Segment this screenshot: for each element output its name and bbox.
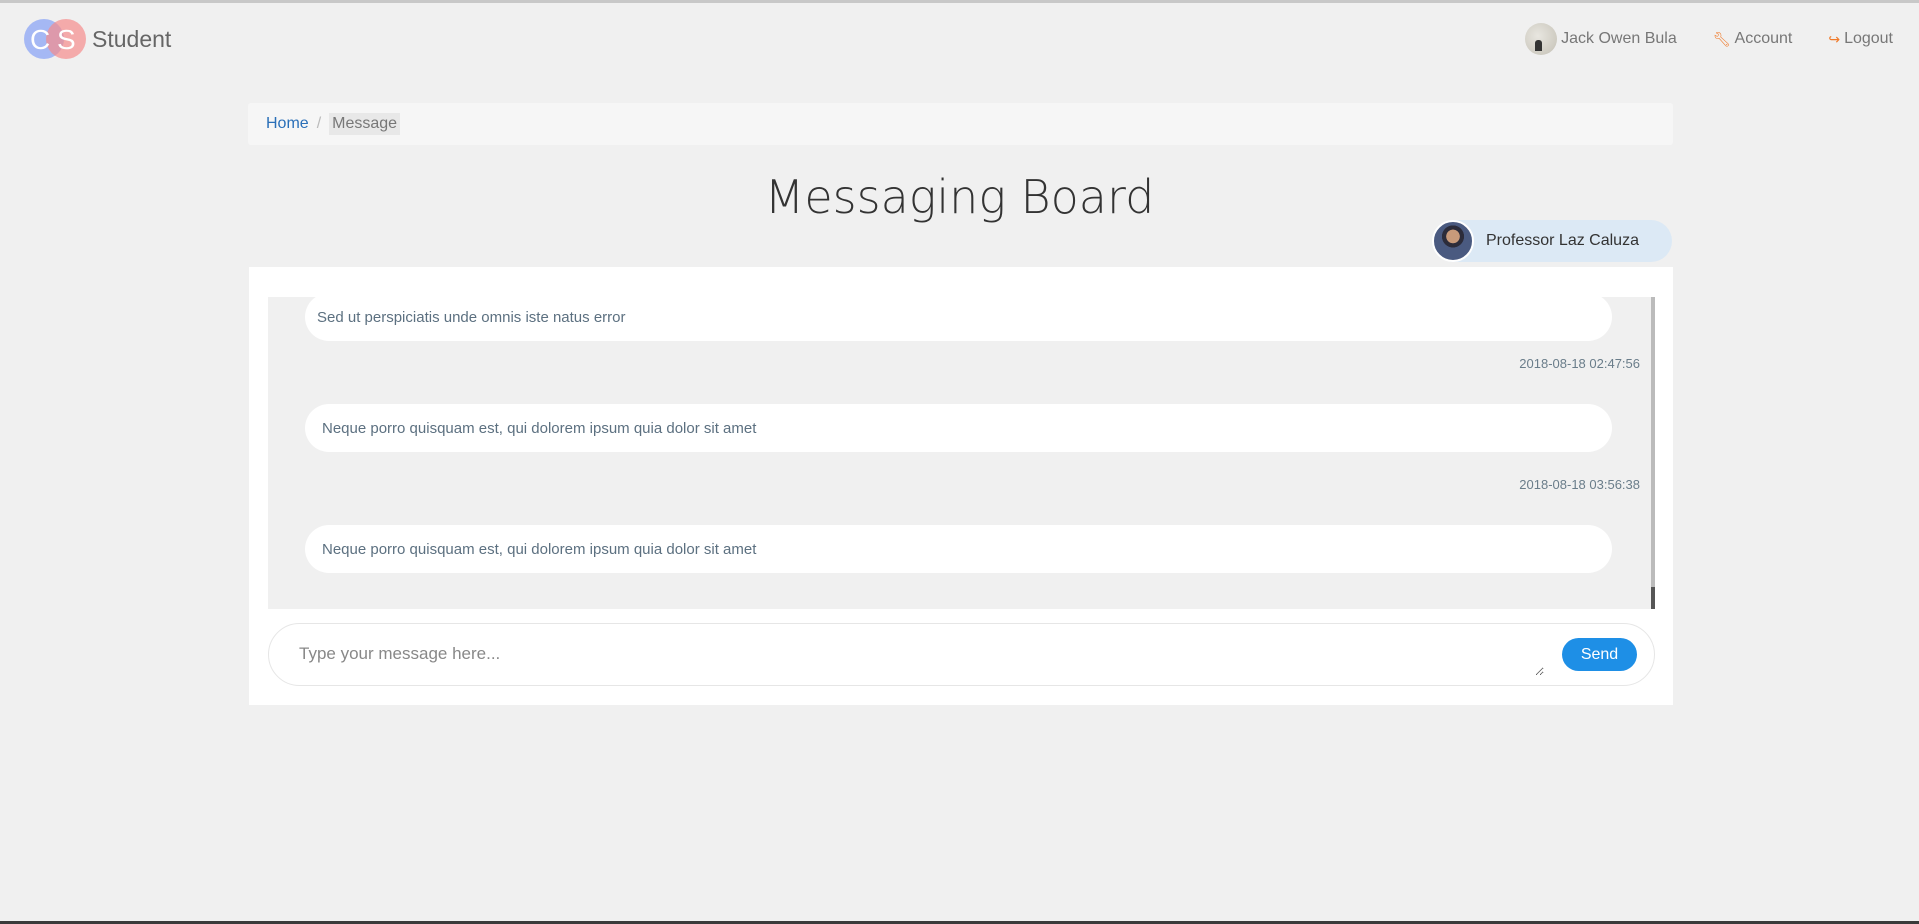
message-timestamp: 2018-08-18 03:56:38 <box>1519 477 1640 492</box>
chat-panel: Sed ut perspiciatis unde omnis iste natu… <box>249 267 1673 705</box>
contact-name: Professor Laz Caluza <box>1486 232 1639 249</box>
message-bubble: Neque porro quisquam est, qui dolorem ip… <box>305 404 1612 452</box>
message-composer: Send <box>268 623 1655 686</box>
message-text: Neque porro quisquam est, qui dolorem ip… <box>322 419 757 437</box>
breadcrumb-current: Message <box>329 113 401 135</box>
breadcrumb-home[interactable]: Home <box>266 115 309 133</box>
cs-logo: C S <box>24 17 86 61</box>
brand-name: Student <box>92 25 172 52</box>
account-label: Account <box>1734 30 1793 47</box>
logout-label: Logout <box>1844 30 1893 47</box>
message-text: Sed ut perspiciatis unde omnis iste natu… <box>317 308 626 326</box>
logout-link[interactable]: ↪ Logout <box>1828 30 1893 48</box>
message-timestamp: 2018-08-18 02:47:56 <box>1519 356 1640 371</box>
account-link[interactable]: 🔧︎ Account <box>1713 30 1793 48</box>
message-text: Neque porro quisquam est, qui dolorem ip… <box>322 540 757 558</box>
message-bubble: Neque porro quisquam est, qui dolorem ip… <box>305 525 1612 573</box>
send-button[interactable]: Send <box>1562 638 1637 671</box>
contact-pill[interactable]: Professor Laz Caluza <box>1432 220 1672 262</box>
page-title: Messaging Board <box>764 170 1155 224</box>
user-nav: Jack Owen Bula 🔧︎ Account ↪ Logout <box>1525 23 1893 55</box>
message-bubble: Sed ut perspiciatis unde omnis iste natu… <box>305 297 1612 341</box>
message-input[interactable] <box>299 636 1544 676</box>
breadcrumb: Home / Message <box>248 103 1673 145</box>
wrench-icon: 🔧︎ <box>1712 30 1731 47</box>
sign-out-icon: ↪ <box>1828 30 1841 47</box>
brand[interactable]: C S Student <box>24 15 171 63</box>
top-navbar: C S Student Jack Owen Bula 🔧︎ Account ↪ … <box>0 3 1919 69</box>
user-avatar <box>1525 23 1558 55</box>
breadcrumb-separator: / <box>316 115 322 132</box>
scrollbar-thumb[interactable] <box>1651 587 1655 609</box>
user-name[interactable]: Jack Owen Bula <box>1561 30 1677 48</box>
message-list[interactable]: Sed ut perspiciatis unde omnis iste natu… <box>268 297 1655 609</box>
message-scrollbar[interactable] <box>1651 297 1655 609</box>
contact-avatar <box>1432 220 1474 262</box>
